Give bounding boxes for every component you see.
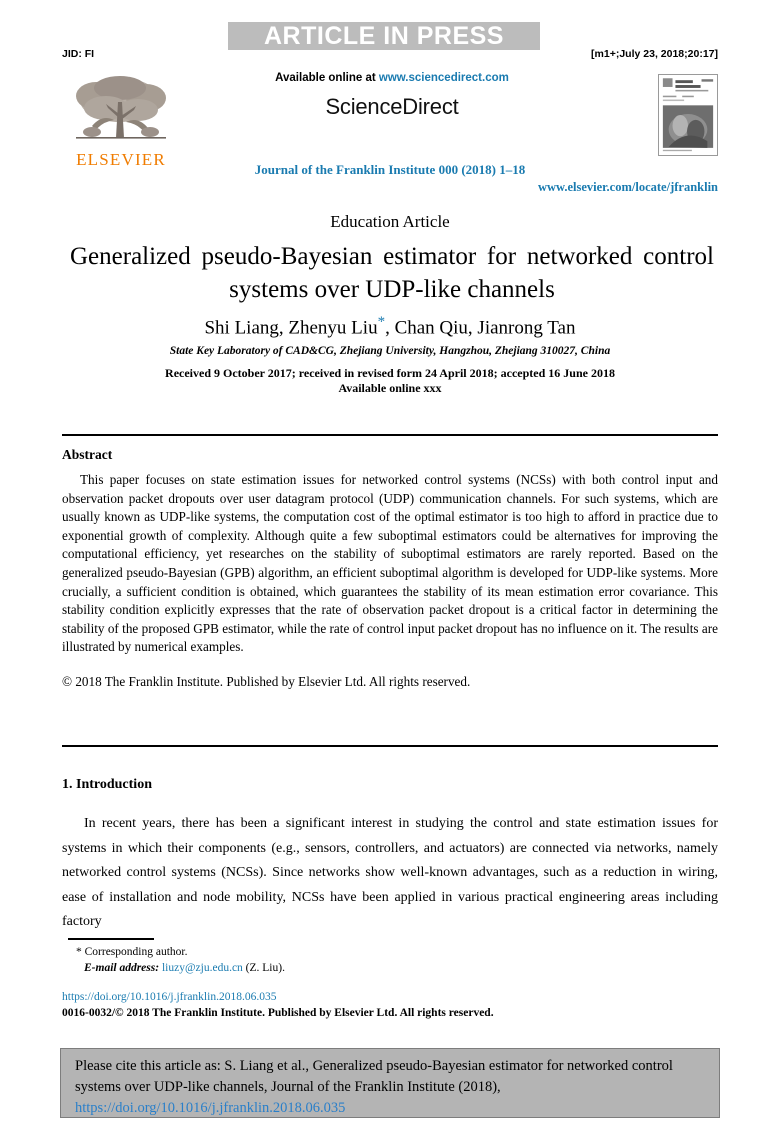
journal-id-label: JID: FI [62,48,95,60]
authors-primary: Shi Liang, Zhenyu Liu [204,317,378,339]
sciencedirect-wordmark: ScienceDirect [325,94,459,119]
abstract-top-divider [62,434,718,436]
abstract-body-text: This paper focuses on state estimation i… [62,472,718,655]
doi-link[interactable]: https://doi.org/10.1016/j.jfranklin.2018… [62,991,276,1003]
article-type-label: Education Article [330,212,450,231]
version-stamp-label: [m1+;July 23, 2018;20:17] [591,48,718,60]
received-dates-line: Received 9 October 2017; received in rev… [165,366,615,380]
journal-reference-line: Journal of the Franklin Institute 000 (2… [254,162,526,177]
paper-page: ARTICLE IN PRESS JID: FI [m1+;July 23, 2… [0,0,780,1134]
citation-doi-link[interactable]: https://doi.org/10.1016/j.jfranklin.2018… [75,1100,345,1116]
sciencedirect-url-link[interactable]: www.sciencedirect.com [379,72,509,84]
abstract-copyright-line: © 2018 The Franklin Institute. Published… [62,674,471,689]
abstract-bottom-divider [62,745,718,747]
authors-secondary: , Chan Qiu, Jianrong Tan [385,317,576,339]
corresponding-author-marker: * [377,314,386,330]
email-note: E-mail address: liuzy@zju.edu.cn (Z. Liu… [84,962,285,974]
email-attribution: (Z. Liu). [245,962,285,974]
article-in-press-banner: ARTICLE IN PRESS [228,22,540,50]
introduction-heading: 1. Introduction [62,777,152,792]
article-in-press-label: ARTICLE IN PRESS [264,22,504,50]
elsevier-tree-icon [76,76,166,139]
author-affiliation: State Key Laboratory of CAD&CG, Zhejiang… [169,345,611,357]
citation-text: Please cite this article as: S. Liang et… [75,1058,673,1095]
corresponding-author-note: * Corresponding author. [76,946,188,958]
journal-locate-url-link[interactable]: www.elsevier.com/locate/jfranklin [538,180,718,195]
author-list: Shi Liang, Zhenyu Liu*, Chan Qiu, Jianro… [62,314,718,339]
page-title: Generalized pseudo-Bayesian estimator fo… [70,243,714,303]
abstract-heading: Abstract [62,447,113,462]
footnote-divider [68,938,154,940]
available-online-line: Available online at www.sciencedirect.co… [192,72,592,84]
issn-copyright-line: 0016-0032/© 2018 The Franklin Institute.… [62,1007,494,1019]
journal-cover-image [659,75,717,155]
available-online-prefix: Available online at [275,72,379,84]
email-label: E-mail address: [84,962,160,974]
available-online-status: Available online xxx [338,381,442,395]
journal-cover-thumbnail [658,74,718,156]
introduction-body-text: In recent years, there has been a signif… [62,816,718,929]
citation-box: Please cite this article as: S. Liang et… [60,1048,720,1118]
email-address-link[interactable]: liuzy@zju.edu.cn [162,962,243,974]
